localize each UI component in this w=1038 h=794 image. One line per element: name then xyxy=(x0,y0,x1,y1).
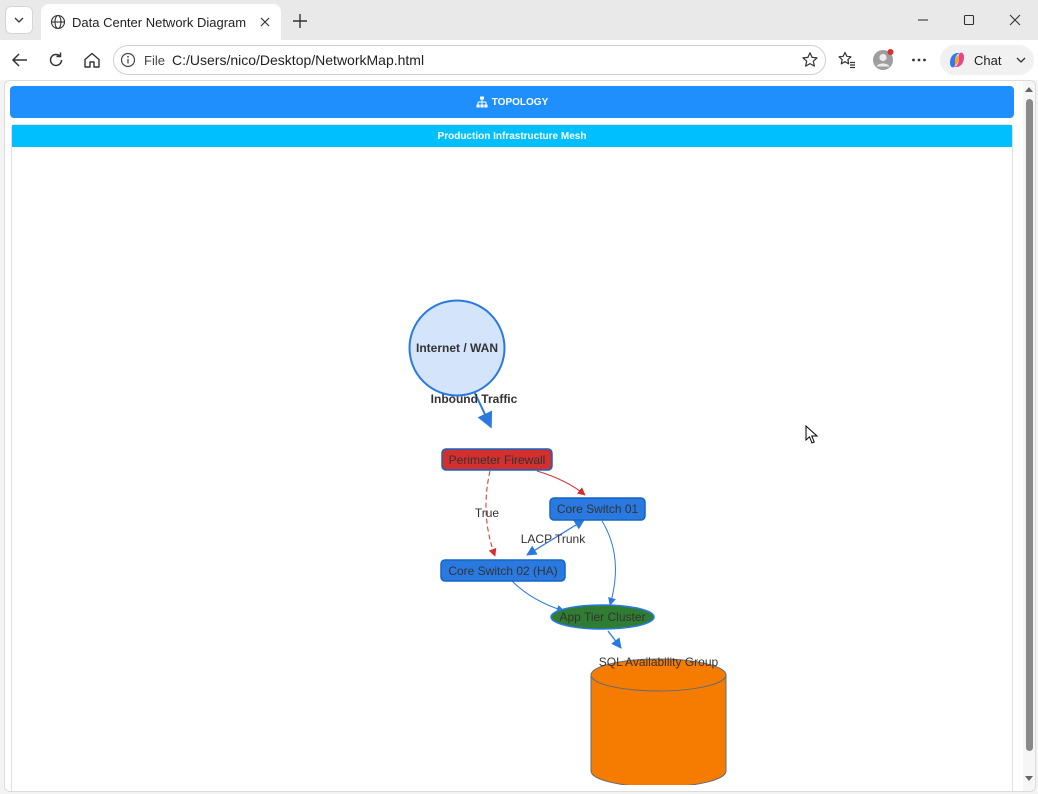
node-internet[interactable]: Internet / WAN xyxy=(408,299,506,397)
favorites-list-icon xyxy=(838,51,855,69)
node-internet-label: Internet / WAN xyxy=(416,341,498,355)
edge-app-sql xyxy=(607,630,622,649)
node-core1-label: Core Switch 01 xyxy=(557,502,639,516)
mouse-cursor-icon xyxy=(805,425,819,444)
node-app-label: App Tier Cluster xyxy=(559,610,645,624)
home-button[interactable] xyxy=(78,46,106,74)
more-icon xyxy=(912,58,926,62)
edge-core1-app xyxy=(601,520,616,606)
more-options-button[interactable] xyxy=(905,46,933,74)
back-button[interactable] xyxy=(6,46,34,74)
copilot-icon xyxy=(950,52,964,68)
profile-button[interactable] xyxy=(869,46,897,74)
close-tab-icon[interactable] xyxy=(257,14,273,30)
address-scheme: File xyxy=(144,53,165,68)
tab-title: Data Center Network Diagram xyxy=(72,14,247,30)
active-tab[interactable]: Data Center Network Diagram xyxy=(41,4,281,40)
chevron-down-icon xyxy=(1017,57,1026,63)
new-tab-button[interactable] xyxy=(288,9,312,33)
favorite-star-icon[interactable] xyxy=(801,51,819,69)
favorites-button[interactable] xyxy=(833,46,861,74)
node-app[interactable]: App Tier Cluster xyxy=(550,604,655,630)
node-firewall-label: Perimeter Firewall xyxy=(449,453,546,467)
scroll-up-arrow-icon[interactable] xyxy=(1023,83,1035,95)
address-bar[interactable]: File C:/Users/nico/Desktop/NetworkMap.ht… xyxy=(113,45,826,75)
edge-label-lacp: LACP Trunk xyxy=(521,532,586,546)
node-sql[interactable]: SQL Availability Group xyxy=(590,655,727,785)
edge-firewall-core1 xyxy=(536,470,586,496)
avatar xyxy=(873,49,894,70)
plus-icon xyxy=(293,14,307,28)
globe-icon xyxy=(50,14,66,30)
edge-core2-app xyxy=(511,580,565,613)
topology-button[interactable]: TOPOLOGY xyxy=(10,86,1014,118)
topbar-label: TOPOLOGY xyxy=(491,96,549,108)
refresh-icon xyxy=(49,52,63,67)
close-icon xyxy=(1009,14,1021,26)
node-sql-label: SQL Availability Group xyxy=(599,655,719,669)
node-core2-label: Core Switch 02 (HA) xyxy=(448,564,557,578)
edge-label-failover: True xyxy=(475,506,500,520)
tab-strip: Data Center Network Diagram xyxy=(0,0,1038,40)
node-core2[interactable]: Core Switch 02 (HA) xyxy=(440,559,566,582)
scroll-down-arrow-icon[interactable] xyxy=(1023,773,1035,785)
close-window-button[interactable] xyxy=(1001,8,1029,32)
node-firewall[interactable]: Perimeter Firewall xyxy=(441,448,553,471)
diagram-panel: Production Infrastructure Mesh Inbound T… xyxy=(11,124,1013,791)
minimize-icon xyxy=(918,19,928,21)
minimize-button[interactable] xyxy=(909,8,937,32)
sitemap-icon xyxy=(476,96,488,108)
page-viewport: TOPOLOGY Production Infrastructure Mesh … xyxy=(4,80,1036,792)
maximize-icon xyxy=(963,14,975,26)
info-icon[interactable] xyxy=(120,52,136,68)
chevron-down-icon xyxy=(14,17,24,23)
address-url[interactable]: C:/Users/nico/Desktop/NetworkMap.html xyxy=(172,52,424,68)
chat-label: Chat xyxy=(974,52,1002,68)
vertical-scrollbar[interactable] xyxy=(1023,81,1035,791)
tab-list-button[interactable] xyxy=(5,6,33,34)
refresh-button[interactable] xyxy=(42,46,70,74)
home-icon xyxy=(84,52,100,68)
network-diagram: Inbound Traffic True LACP Trunk Internet… xyxy=(408,299,727,785)
browser-toolbar: File C:/Users/nico/Desktop/NetworkMap.ht… xyxy=(0,40,1038,80)
scrollbar-thumb[interactable] xyxy=(1026,99,1033,751)
back-arrow-icon xyxy=(11,53,27,67)
chat-button[interactable]: Chat xyxy=(940,45,1034,75)
node-core1[interactable]: Core Switch 01 xyxy=(549,497,646,521)
maximize-button[interactable] xyxy=(955,8,983,32)
